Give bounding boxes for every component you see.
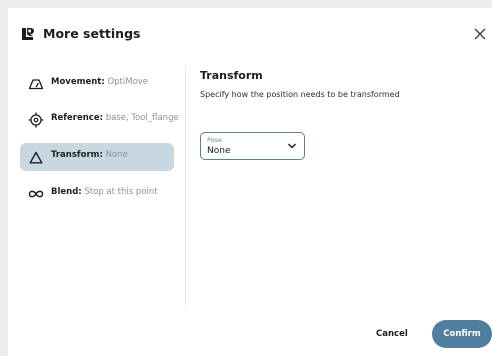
- more-settings-dialog: More settings Movement: OptiMove Referen…: [8, 8, 492, 356]
- sidebar-item-label: Reference: base, Tool_flange: [51, 113, 179, 123]
- dialog-header: More settings: [8, 8, 492, 60]
- gauge-icon: [28, 76, 44, 92]
- cancel-button[interactable]: Cancel: [376, 326, 408, 342]
- pose-select-value: None: [207, 146, 231, 156]
- sidebar-item-reference[interactable]: Reference: base, Tool_flange: [20, 106, 179, 134]
- sidebar-item-movement[interactable]: Movement: OptiMove: [20, 70, 174, 98]
- sidebar-item-label: Blend: Stop at this point: [51, 187, 158, 197]
- pose-select[interactable]: Pose None: [200, 132, 305, 160]
- section-title: Transform: [200, 69, 263, 82]
- sidebar-item-label: Movement: OptiMove: [51, 77, 149, 87]
- ur-logo-icon: [22, 28, 34, 40]
- confirm-button[interactable]: Confirm: [432, 320, 492, 348]
- triangle-icon: [28, 149, 44, 165]
- crosshair-icon: [28, 112, 44, 128]
- dialog-title: More settings: [43, 26, 141, 41]
- chevron-down-icon: [287, 143, 297, 149]
- sidebar-item-transform[interactable]: Transform: None: [20, 143, 174, 171]
- infinity-icon: [28, 186, 44, 202]
- close-icon[interactable]: [470, 24, 490, 44]
- vertical-divider: [185, 66, 186, 306]
- pose-select-label: Pose: [207, 136, 223, 144]
- section-description: Specify how the position needs to be tra…: [200, 90, 400, 99]
- sidebar-item-label: Transform: None: [51, 150, 128, 160]
- sidebar-item-blend[interactable]: Blend: Stop at this point: [20, 180, 174, 208]
